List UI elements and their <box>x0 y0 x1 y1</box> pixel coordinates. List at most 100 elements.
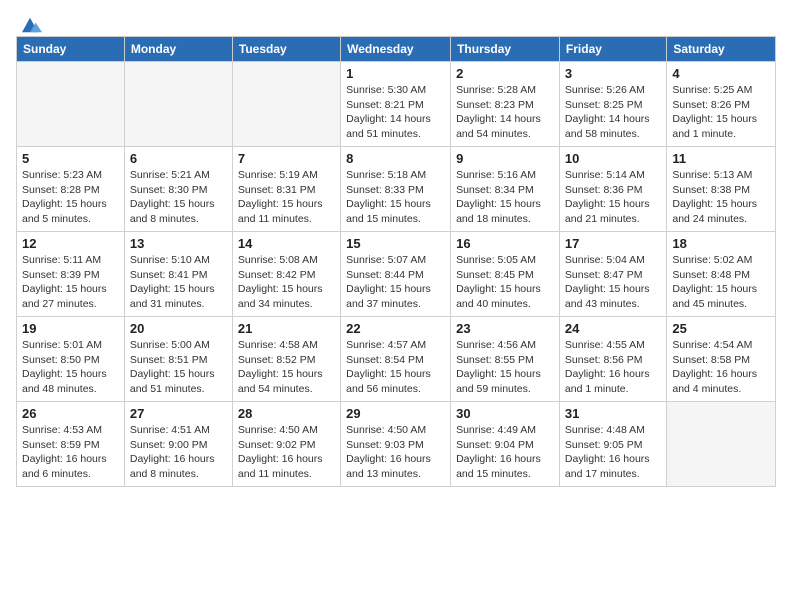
day-number: 13 <box>130 236 227 251</box>
calendar-cell: 11 Sunrise: 5:13 AMSunset: 8:38 PMDayligh… <box>667 147 776 232</box>
day-number: 29 <box>346 406 445 421</box>
day-number: 31 <box>565 406 661 421</box>
calendar-table: SundayMondayTuesdayWednesdayThursdayFrid… <box>16 36 776 487</box>
calendar-cell <box>17 62 125 147</box>
day-number: 26 <box>22 406 119 421</box>
day-info: Sunrise: 5:23 AMSunset: 8:28 PMDaylight:… <box>22 168 119 227</box>
weekday-header-tuesday: Tuesday <box>232 37 340 62</box>
calendar-cell: 20Sunrise: 5:00 AMSunset: 8:51 PMDayligh… <box>124 317 232 402</box>
day-info: Sunrise: 5:19 AMSunset: 8:31 PMDaylight:… <box>238 168 335 227</box>
day-number: 27 <box>130 406 227 421</box>
day-number: 20 <box>130 321 227 336</box>
calendar-cell: 17 Sunrise: 5:04 AMSunset: 8:47 PMDayligh… <box>559 232 666 317</box>
day-number: 1 <box>346 66 445 81</box>
day-number: 5 <box>22 151 119 166</box>
day-info: Sunrise: 4:51 AMSunset: 9:00 PMDaylight:… <box>130 423 227 482</box>
day-number: 4 <box>672 66 770 81</box>
day-info: Sunrise: 5:16 AMSunset: 8:34 PMDaylight:… <box>456 168 554 227</box>
day-info: Sunrise: 5:04 AMSunset: 8:47 PMDaylight:… <box>565 253 661 312</box>
calendar-cell: 28 Sunrise: 4:50 AMSunset: 9:02 PMDayligh… <box>232 402 340 487</box>
day-number: 2 <box>456 66 554 81</box>
calendar-cell: 10 Sunrise: 5:14 AMSunset: 8:36 PMDayligh… <box>559 147 666 232</box>
calendar-cell: 18 Sunrise: 5:02 AMSunset: 8:48 PMDayligh… <box>667 232 776 317</box>
calendar-cell: 2 Sunrise: 5:28 AMSunset: 8:23 PMDaylight… <box>451 62 560 147</box>
day-info: Sunrise: 5:07 AMSunset: 8:44 PMDaylight:… <box>346 253 445 312</box>
weekday-header-saturday: Saturday <box>667 37 776 62</box>
week-row-2: 5 Sunrise: 5:23 AMSunset: 8:28 PMDaylight… <box>17 147 776 232</box>
day-info: Sunrise: 5:26 AMSunset: 8:25 PMDaylight:… <box>565 83 661 142</box>
day-info: Sunrise: 4:48 AMSunset: 9:05 PMDaylight:… <box>565 423 661 482</box>
calendar-cell: 24 Sunrise: 4:55 AMSunset: 8:56 PMDayligh… <box>559 317 666 402</box>
day-info: Sunrise: 4:50 AMSunset: 9:02 PMDaylight:… <box>238 423 335 482</box>
calendar-cell: 31 Sunrise: 4:48 AMSunset: 9:05 PMDayligh… <box>559 402 666 487</box>
day-info: Sunrise: 5:21 AMSunset: 8:30 PMDaylight:… <box>130 168 227 227</box>
calendar-cell <box>667 402 776 487</box>
day-number: 14 <box>238 236 335 251</box>
weekday-header-thursday: Thursday <box>451 37 560 62</box>
day-number: 23 <box>456 321 554 336</box>
day-number: 21 <box>238 321 335 336</box>
calendar-cell: 21Sunrise: 4:58 AMSunset: 8:52 PMDayligh… <box>232 317 340 402</box>
logo <box>16 16 42 28</box>
day-info: Sunrise: 4:49 AMSunset: 9:04 PMDaylight:… <box>456 423 554 482</box>
day-info: Sunrise: 4:57 AMSunset: 8:54 PMDaylight:… <box>346 338 445 397</box>
day-info: Sunrise: 4:53 AMSunset: 8:59 PMDaylight:… <box>22 423 119 482</box>
calendar-cell: 7 Sunrise: 5:19 AMSunset: 8:31 PMDaylight… <box>232 147 340 232</box>
weekday-header-wednesday: Wednesday <box>341 37 451 62</box>
week-row-4: 19 Sunrise: 5:01 AMSunset: 8:50 PMDayligh… <box>17 317 776 402</box>
calendar-cell: 4 Sunrise: 5:25 AMSunset: 8:26 PMDaylight… <box>667 62 776 147</box>
day-info: Sunrise: 5:18 AMSunset: 8:33 PMDaylight:… <box>346 168 445 227</box>
week-row-1: 1 Sunrise: 5:30 AMSunset: 8:21 PMDaylight… <box>17 62 776 147</box>
day-info: Sunrise: 5:08 AMSunset: 8:42 PMDaylight:… <box>238 253 335 312</box>
week-row-5: 26 Sunrise: 4:53 AMSunset: 8:59 PMDayligh… <box>17 402 776 487</box>
calendar-cell: 16Sunrise: 5:05 AMSunset: 8:45 PMDayligh… <box>451 232 560 317</box>
weekday-header-sunday: Sunday <box>17 37 125 62</box>
calendar-cell: 12Sunrise: 5:11 AMSunset: 8:39 PMDayligh… <box>17 232 125 317</box>
weekday-header-friday: Friday <box>559 37 666 62</box>
day-number: 28 <box>238 406 335 421</box>
weekday-header-monday: Monday <box>124 37 232 62</box>
page-header <box>16 16 776 28</box>
calendar-cell: 6 Sunrise: 5:21 AMSunset: 8:30 PMDaylight… <box>124 147 232 232</box>
calendar-cell: 15 Sunrise: 5:07 AMSunset: 8:44 PMDayligh… <box>341 232 451 317</box>
day-info: Sunrise: 5:01 AMSunset: 8:50 PMDaylight:… <box>22 338 119 397</box>
day-number: 15 <box>346 236 445 251</box>
day-number: 7 <box>238 151 335 166</box>
calendar-cell: 8 Sunrise: 5:18 AMSunset: 8:33 PMDaylight… <box>341 147 451 232</box>
day-info: Sunrise: 5:25 AMSunset: 8:26 PMDaylight:… <box>672 83 770 142</box>
day-info: Sunrise: 5:13 AMSunset: 8:38 PMDaylight:… <box>672 168 770 227</box>
calendar-cell: 25Sunrise: 4:54 AMSunset: 8:58 PMDayligh… <box>667 317 776 402</box>
calendar-cell: 26 Sunrise: 4:53 AMSunset: 8:59 PMDayligh… <box>17 402 125 487</box>
calendar-cell: 3 Sunrise: 5:26 AMSunset: 8:25 PMDaylight… <box>559 62 666 147</box>
calendar-cell: 29 Sunrise: 4:50 AMSunset: 9:03 PMDayligh… <box>341 402 451 487</box>
calendar-cell: 30 Sunrise: 4:49 AMSunset: 9:04 PMDayligh… <box>451 402 560 487</box>
day-number: 30 <box>456 406 554 421</box>
day-info: Sunrise: 5:30 AMSunset: 8:21 PMDaylight:… <box>346 83 445 142</box>
day-info: Sunrise: 5:28 AMSunset: 8:23 PMDaylight:… <box>456 83 554 142</box>
day-info: Sunrise: 5:02 AMSunset: 8:48 PMDaylight:… <box>672 253 770 312</box>
day-info: Sunrise: 5:11 AMSunset: 8:39 PMDaylight:… <box>22 253 119 312</box>
day-number: 8 <box>346 151 445 166</box>
day-number: 6 <box>130 151 227 166</box>
weekday-header-row: SundayMondayTuesdayWednesdayThursdayFrid… <box>17 37 776 62</box>
day-number: 3 <box>565 66 661 81</box>
day-number: 25 <box>672 321 770 336</box>
day-number: 24 <box>565 321 661 336</box>
week-row-3: 12Sunrise: 5:11 AMSunset: 8:39 PMDayligh… <box>17 232 776 317</box>
day-number: 17 <box>565 236 661 251</box>
day-info: Sunrise: 4:55 AMSunset: 8:56 PMDaylight:… <box>565 338 661 397</box>
day-number: 16 <box>456 236 554 251</box>
day-info: Sunrise: 5:14 AMSunset: 8:36 PMDaylight:… <box>565 168 661 227</box>
day-number: 10 <box>565 151 661 166</box>
day-number: 19 <box>22 321 119 336</box>
day-number: 11 <box>672 151 770 166</box>
calendar-cell: 19 Sunrise: 5:01 AMSunset: 8:50 PMDayligh… <box>17 317 125 402</box>
day-info: Sunrise: 5:10 AMSunset: 8:41 PMDaylight:… <box>130 253 227 312</box>
calendar-cell: 22Sunrise: 4:57 AMSunset: 8:54 PMDayligh… <box>341 317 451 402</box>
day-number: 18 <box>672 236 770 251</box>
calendar-cell <box>232 62 340 147</box>
calendar-cell: 13 Sunrise: 5:10 AMSunset: 8:41 PMDayligh… <box>124 232 232 317</box>
day-info: Sunrise: 4:50 AMSunset: 9:03 PMDaylight:… <box>346 423 445 482</box>
calendar-cell: 9Sunrise: 5:16 AMSunset: 8:34 PMDaylight… <box>451 147 560 232</box>
calendar-cell: 23Sunrise: 4:56 AMSunset: 8:55 PMDayligh… <box>451 317 560 402</box>
